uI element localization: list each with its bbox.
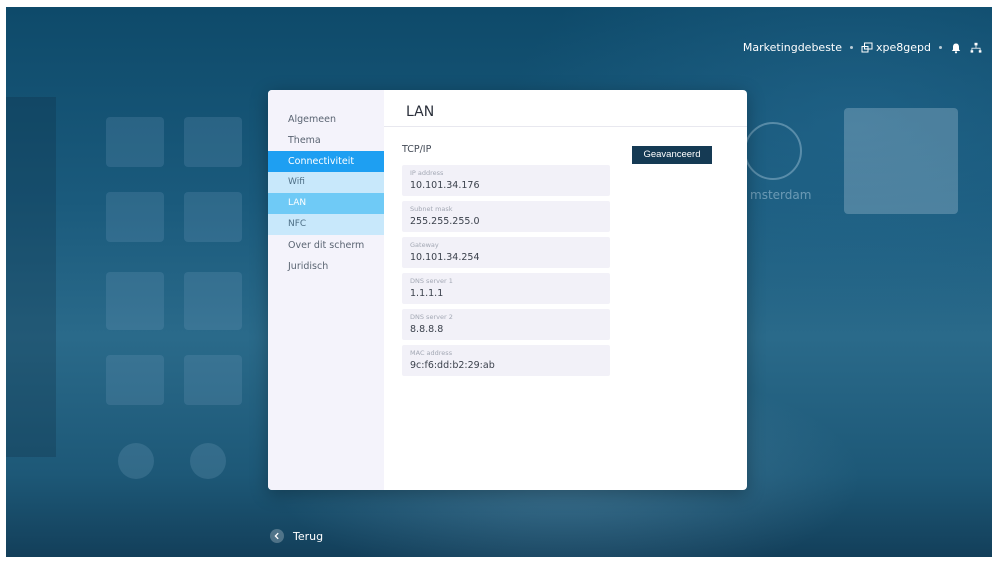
- desktop-tile: [184, 192, 242, 242]
- desktop-app-icon: [118, 443, 154, 479]
- field-label: IP address: [410, 169, 444, 177]
- status-bar: Marketingdebeste xpe8gepd: [743, 41, 982, 54]
- field-label: Gateway: [410, 241, 439, 249]
- gateway-field: Gateway 10.101.34.254: [402, 237, 610, 268]
- dns-server-1-field: DNS server 1 1.1.1.1: [402, 273, 610, 304]
- device-screen-icon: [861, 42, 873, 52]
- separator-dot: [850, 46, 854, 49]
- sidebar-item-connectiviteit[interactable]: Connectiviteit: [268, 151, 384, 172]
- desktop-screen: msterdam Marketingdebeste xpe8gepd Algem…: [6, 7, 992, 557]
- back-label: Terug: [293, 529, 324, 543]
- field-label: Subnet mask: [410, 205, 453, 213]
- field-value: 1.1.1.1: [410, 288, 444, 299]
- sidebar-item-wifi[interactable]: Wifi: [268, 172, 384, 193]
- section-title: TCP/IP: [402, 144, 432, 155]
- desktop-tile: [184, 117, 242, 167]
- sidebar-item-over-dit-scherm[interactable]: Over dit scherm: [268, 235, 384, 256]
- device-indicator[interactable]: xpe8gepd: [861, 41, 931, 54]
- back-button[interactable]: Terug: [270, 529, 323, 543]
- sidebar-item-algemeen[interactable]: Algemeen: [268, 109, 384, 130]
- sidebar-item-juridisch[interactable]: Juridisch: [268, 256, 384, 277]
- ip-address-field: IP address 10.101.34.176: [402, 165, 610, 196]
- mac-address-field: MAC address 9c:f6:dd:b2:29:ab: [402, 345, 610, 376]
- field-value: 10.101.34.254: [410, 252, 480, 263]
- field-value: 8.8.8.8: [410, 324, 444, 335]
- settings-content: LAN TCP/IP Geavanceerd IP address 10.101…: [384, 90, 747, 490]
- desktop-tile: [106, 355, 164, 405]
- dns-server-2-field: DNS server 2 8.8.8.8: [402, 309, 610, 340]
- page-title: LAN: [406, 104, 435, 120]
- desktop-side-rail: [6, 97, 56, 457]
- field-label: DNS server 2: [410, 313, 453, 321]
- clock-widget-icon: [744, 122, 802, 180]
- field-value: 10.101.34.176: [410, 180, 480, 191]
- user-name: Marketingdebeste: [742, 41, 843, 54]
- advanced-button[interactable]: Geavanceerd: [632, 146, 712, 164]
- desktop-tile: [106, 272, 164, 330]
- clock-widget-city: msterdam: [750, 188, 812, 202]
- sidebar-item-nfc[interactable]: NFC: [268, 214, 384, 235]
- bell-icon[interactable]: [950, 42, 962, 54]
- desktop-tile: [106, 117, 164, 167]
- settings-sidebar: Algemeen Thema Connectiviteit Wifi LAN N…: [268, 90, 384, 490]
- desktop-widget-card: [844, 108, 958, 214]
- field-label: MAC address: [410, 349, 453, 357]
- chevron-left-icon: [270, 529, 284, 543]
- sidebar-item-thema[interactable]: Thema: [268, 130, 384, 151]
- title-divider: [384, 126, 747, 127]
- network-icon[interactable]: [970, 42, 982, 54]
- field-label: DNS server 1: [410, 277, 453, 285]
- desktop-tile: [184, 355, 242, 405]
- field-value: 255.255.255.0: [410, 216, 480, 227]
- desktop-app-icon: [190, 443, 226, 479]
- subnet-mask-field: Subnet mask 255.255.255.0: [402, 201, 610, 232]
- sidebar-item-lan[interactable]: LAN: [268, 193, 384, 214]
- desktop-tile: [106, 192, 164, 242]
- settings-dialog: Algemeen Thema Connectiviteit Wifi LAN N…: [268, 90, 747, 490]
- field-value: 9c:f6:dd:b2:29:ab: [410, 360, 495, 371]
- separator-dot: [939, 46, 942, 49]
- device-id: xpe8gepd: [876, 41, 931, 54]
- desktop-tile: [184, 272, 242, 330]
